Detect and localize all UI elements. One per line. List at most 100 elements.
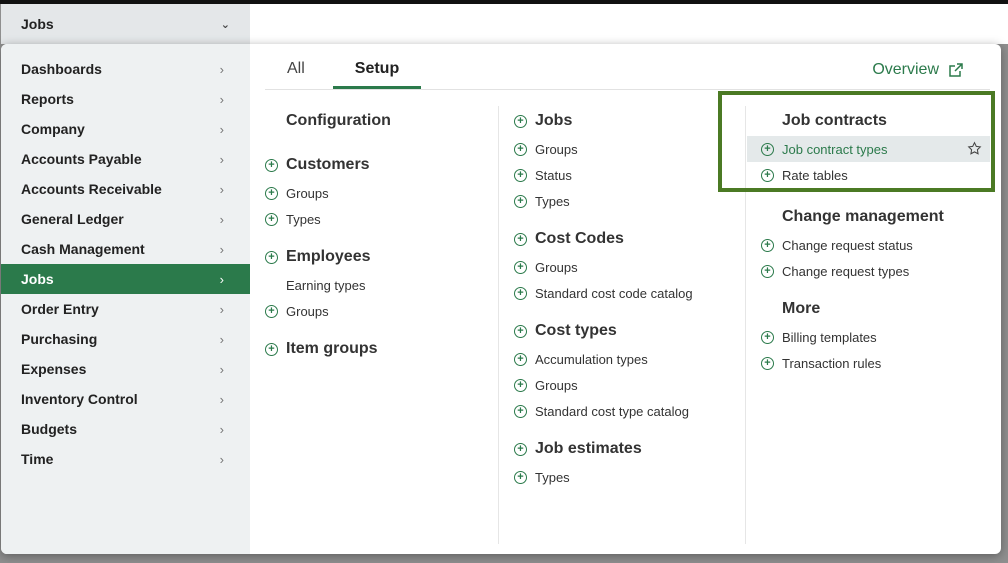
- cost-code-catalog-link[interactable]: + Standard cost code catalog: [514, 280, 745, 306]
- accumulation-types-link[interactable]: + Accumulation types: [514, 346, 745, 372]
- plus-circle-icon: +: [514, 260, 527, 274]
- section-cost-codes[interactable]: + Cost Codes: [514, 224, 745, 254]
- item-label: Change request types: [782, 263, 910, 279]
- item-label: Rate tables: [782, 167, 848, 183]
- setup-content: All Setup Overview Configuration + Custom…: [250, 44, 1001, 554]
- sidebar-item-label: Dashboards: [21, 61, 102, 77]
- plus-circle-icon: +: [514, 168, 527, 182]
- section-label: Employees: [286, 248, 371, 265]
- plus-circle-icon: +: [761, 356, 774, 370]
- column-configuration: Configuration + Customers + Groups + Types …: [265, 106, 497, 364]
- section-label: Jobs: [535, 112, 573, 129]
- plus-circle-icon: +: [761, 142, 774, 156]
- customers-types-link[interactable]: + Types: [265, 206, 497, 232]
- chevron-down-icon: ⌄: [220, 18, 230, 31]
- jobs-status-link[interactable]: + Status: [514, 162, 745, 188]
- sidebar-item-label: Accounts Payable: [21, 151, 142, 167]
- billing-templates-link[interactable]: + Billing templates: [761, 324, 1000, 350]
- sidebar-item-purchasing[interactable]: Purchasing ›: [1, 324, 250, 354]
- sidebar-item-reports[interactable]: Reports ›: [1, 84, 250, 114]
- jobs-types-link[interactable]: + Types: [514, 188, 745, 214]
- sidebar-item-order-entry[interactable]: Order Entry ›: [1, 294, 250, 324]
- plus-circle-icon: +: [761, 168, 774, 182]
- plus-circle-icon: +: [265, 158, 278, 172]
- change-request-status-link[interactable]: + Change request status: [761, 232, 1000, 258]
- customers-groups-link[interactable]: + Groups: [265, 180, 497, 206]
- star-icon[interactable]: [967, 141, 982, 156]
- plus-circle-icon: +: [514, 286, 527, 300]
- sidebar-item-dashboards[interactable]: Dashboards ›: [1, 54, 250, 84]
- sidebar-item-label: Expenses: [21, 361, 87, 377]
- sidebar-item-label: Jobs: [21, 271, 54, 287]
- item-label: Standard cost type catalog: [535, 403, 689, 419]
- overview-link[interactable]: Overview: [872, 61, 965, 79]
- change-request-types-link[interactable]: + Change request types: [761, 258, 1000, 284]
- sidebar-item-label: Company: [21, 121, 85, 137]
- section-label: Customers: [286, 156, 370, 173]
- employees-earning-types-link[interactable]: Earning types: [265, 272, 497, 298]
- sidebar-item-general-ledger[interactable]: General Ledger ›: [1, 204, 250, 234]
- item-label: Job contract types: [782, 141, 888, 157]
- plus-circle-icon: +: [514, 378, 527, 392]
- overview-label: Overview: [872, 61, 939, 78]
- plus-circle-icon: +: [761, 330, 774, 344]
- plus-circle-icon: +: [514, 352, 527, 366]
- sidebar: Dashboards › Reports › Company › Accounts P…: [1, 44, 250, 554]
- plus-circle-icon: +: [514, 470, 527, 484]
- plus-circle-icon: +: [761, 264, 774, 278]
- column-jobs: + Jobs + Groups + Status + Types + Cost Codes…: [498, 106, 745, 544]
- section-item-groups[interactable]: + Item groups: [265, 334, 497, 364]
- item-label: Types: [535, 193, 570, 209]
- section-job-estimates[interactable]: + Job estimates: [514, 434, 745, 464]
- chevron-right-icon: ›: [219, 331, 224, 347]
- transaction-rules-link[interactable]: + Transaction rules: [761, 350, 1000, 376]
- chevron-right-icon: ›: [219, 61, 224, 77]
- item-label: Standard cost code catalog: [535, 285, 693, 301]
- chevron-right-icon: ›: [219, 451, 224, 467]
- item-label: Transaction rules: [782, 355, 882, 371]
- chevron-right-icon: ›: [219, 181, 224, 197]
- sidebar-item-budgets[interactable]: Budgets ›: [1, 414, 250, 444]
- item-label: Change request status: [782, 237, 913, 253]
- sidebar-item-company[interactable]: Company ›: [1, 114, 250, 144]
- plus-circle-icon: +: [265, 304, 278, 318]
- chevron-right-icon: ›: [219, 91, 224, 107]
- sidebar-item-label: Order Entry: [21, 301, 99, 317]
- cost-types-groups-link[interactable]: + Groups: [514, 372, 745, 398]
- section-cost-types[interactable]: + Cost types: [514, 316, 745, 346]
- sidebar-item-label: Purchasing: [21, 331, 98, 347]
- section-job-contracts: Job contracts: [782, 112, 887, 129]
- plus-circle-icon: +: [265, 342, 278, 356]
- rate-tables-link[interactable]: + Rate tables: [761, 162, 1000, 188]
- job-contract-types-link[interactable]: + Job contract types: [747, 136, 990, 162]
- section-jobs[interactable]: + Jobs: [514, 106, 745, 136]
- sidebar-item-accounts-payable[interactable]: Accounts Payable ›: [1, 144, 250, 174]
- cost-type-catalog-link[interactable]: + Standard cost type catalog: [514, 398, 745, 424]
- jobs-groups-link[interactable]: + Groups: [514, 136, 745, 162]
- item-label: Groups: [535, 377, 578, 393]
- sidebar-item-jobs[interactable]: Jobs ›: [1, 264, 250, 294]
- section-label: Item groups: [286, 340, 378, 357]
- item-label: Groups: [535, 141, 578, 157]
- sidebar-item-time[interactable]: Time ›: [1, 444, 250, 474]
- external-link-icon: [949, 63, 963, 77]
- employees-groups-link[interactable]: + Groups: [265, 298, 497, 324]
- sidebar-item-inventory-control[interactable]: Inventory Control ›: [1, 384, 250, 414]
- sidebar-item-label: Budgets: [21, 421, 77, 437]
- section-customers[interactable]: + Customers: [265, 150, 497, 180]
- module-selector[interactable]: Jobs ⌄: [1, 4, 250, 44]
- plus-circle-icon: +: [265, 250, 278, 264]
- sidebar-item-expenses[interactable]: Expenses ›: [1, 354, 250, 384]
- sidebar-item-label: General Ledger: [21, 211, 124, 227]
- job-estimates-types-link[interactable]: + Types: [514, 464, 745, 490]
- sidebar-item-cash-management[interactable]: Cash Management ›: [1, 234, 250, 264]
- tab-all[interactable]: All: [265, 60, 327, 89]
- module-selector-label: Jobs: [21, 16, 54, 32]
- sidebar-item-accounts-receivable[interactable]: Accounts Receivable ›: [1, 174, 250, 204]
- section-employees[interactable]: + Employees: [265, 242, 497, 272]
- section-label: Cost Codes: [535, 230, 624, 247]
- cost-codes-groups-link[interactable]: + Groups: [514, 254, 745, 280]
- item-label: Groups: [286, 185, 329, 201]
- tab-setup[interactable]: Setup: [332, 60, 422, 89]
- plus-circle-icon: +: [514, 324, 527, 338]
